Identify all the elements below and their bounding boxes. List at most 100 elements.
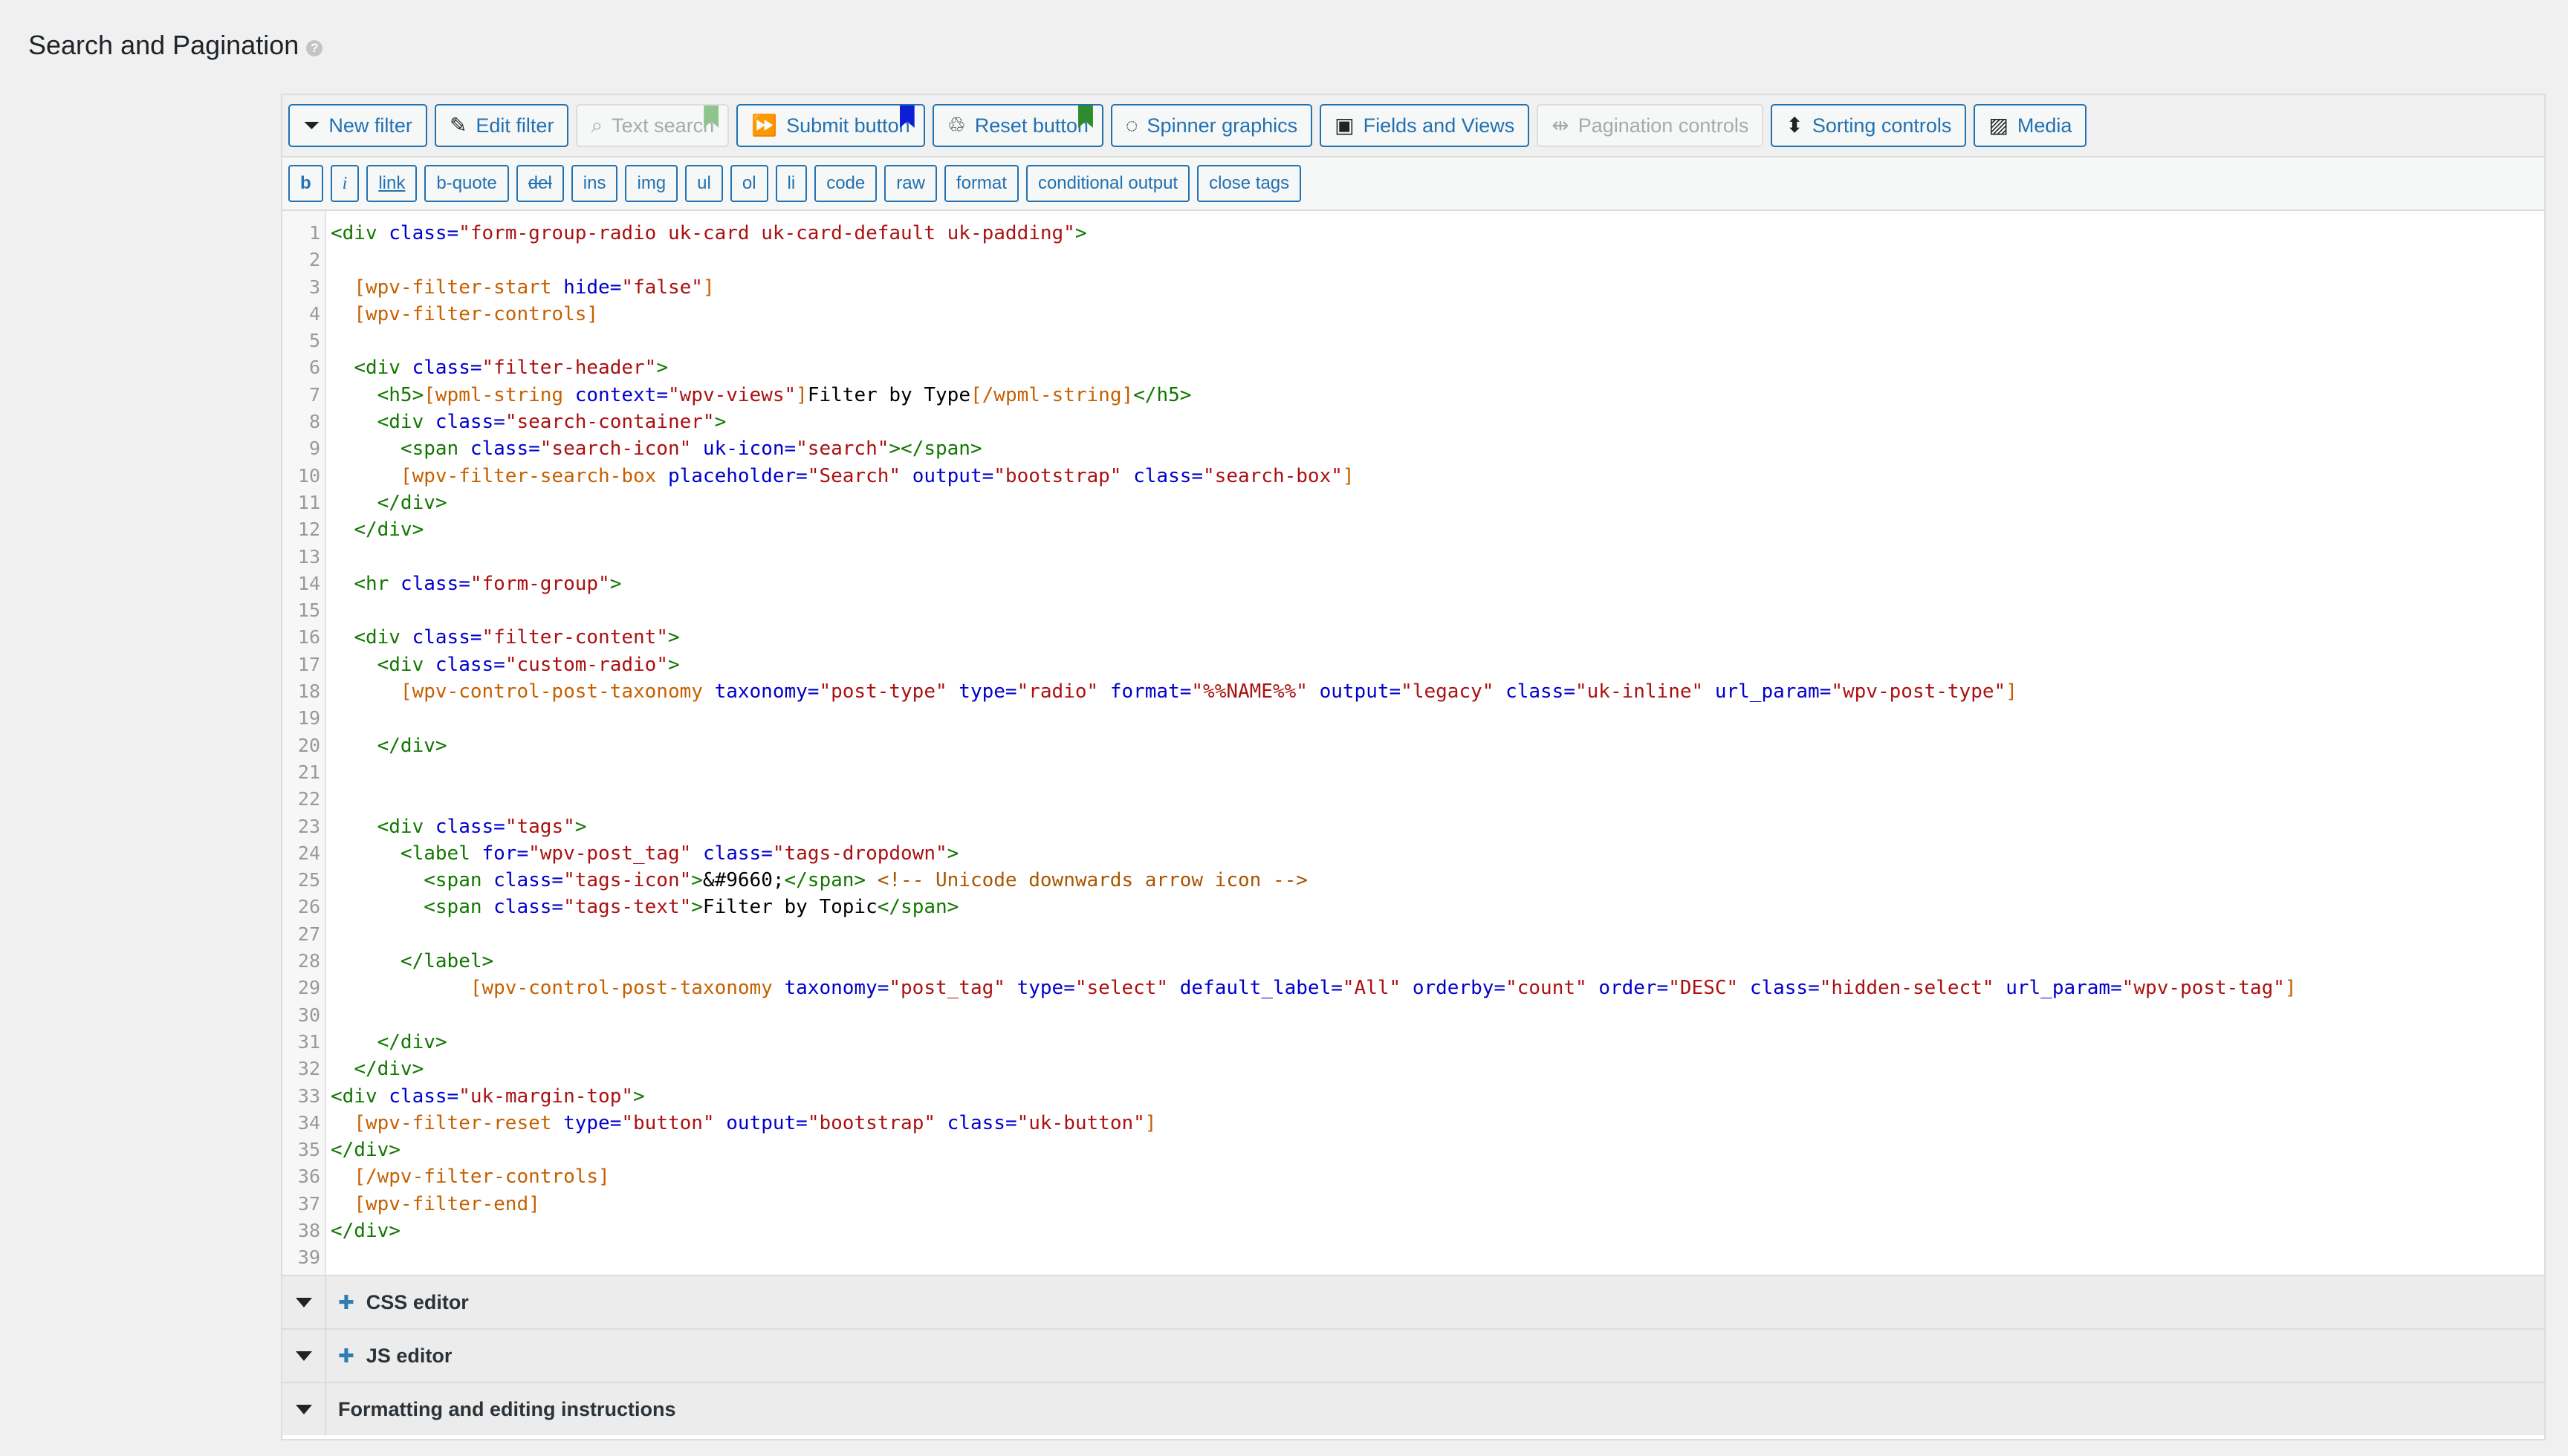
- code-token: "form-group": [470, 572, 610, 595]
- pagination-controls-button[interactable]: ⇹ Pagination controls: [1537, 104, 1764, 147]
- quicktag-i-button[interactable]: i: [330, 165, 360, 202]
- code-line: 27: [282, 921, 2544, 948]
- code-line: 15: [282, 597, 2544, 624]
- button-label: Fields and Views: [1363, 114, 1515, 137]
- code-token: </div>: [377, 491, 447, 514]
- button-label: Pagination controls: [1578, 114, 1749, 137]
- code-token: context=: [574, 383, 668, 406]
- code-token: "radio": [1016, 680, 1099, 703]
- line-content: </div>: [326, 1056, 424, 1082]
- css-editor-accordion[interactable]: ✚ CSS editor: [282, 1275, 2544, 1328]
- code-line: 20 </div>: [282, 732, 2544, 759]
- quicktag-ol-button[interactable]: ol: [730, 165, 768, 202]
- line-number: 3: [308, 276, 320, 298]
- line-content: <div class="search-container">: [326, 409, 727, 435]
- code-token: type=: [563, 1111, 622, 1134]
- code-line: 23 <div class="tags">: [282, 813, 2544, 840]
- quicktag-b-button[interactable]: b: [288, 165, 323, 202]
- code-token: <div: [331, 1085, 389, 1108]
- code-editor[interactable]: 1 <div class="form-group-radio uk-card uk…: [282, 211, 2544, 1275]
- line-content: <div class="filter-content">: [326, 624, 679, 651]
- accordion-title[interactable]: Formatting and editing instructions: [326, 1398, 676, 1421]
- js-editor-accordion[interactable]: ✚ JS editor: [282, 1328, 2544, 1382]
- quicktag-link-button[interactable]: link: [366, 165, 418, 202]
- line-content: <div class="tags">: [326, 813, 587, 840]
- accordion-title[interactable]: ✚ CSS editor: [326, 1291, 469, 1314]
- code-token: class=: [702, 842, 773, 865]
- code-token: [wpv-filter-end]: [354, 1192, 540, 1215]
- code-token: <label: [400, 842, 482, 865]
- code-line: 5: [282, 328, 2544, 354]
- pin-icon[interactable]: ✚: [338, 1345, 354, 1368]
- code-token: <span: [424, 896, 494, 919]
- spinner-icon: ◌: [1125, 114, 1138, 137]
- code-lines[interactable]: 1 <div class="form-group-radio uk-card uk…: [282, 220, 2544, 1272]
- code-token: "uk-inline": [1575, 680, 1704, 703]
- code-token: >: [714, 411, 727, 434]
- code-token: [wpv-filter-controls]: [354, 302, 599, 325]
- spinner-graphics-button[interactable]: ◌ Spinner graphics: [1110, 104, 1313, 147]
- code-token: [wpv-filter-search-box: [400, 464, 668, 487]
- quicktag-format-button[interactable]: format: [944, 165, 1019, 202]
- code-token: ]: [1342, 464, 1355, 487]
- formatting-and-editing-instructions-accordion[interactable]: Formatting and editing instructions: [282, 1382, 2544, 1435]
- toggle-arrow-button[interactable]: [282, 1276, 326, 1328]
- pin-icon[interactable]: ✚: [338, 1291, 354, 1314]
- quicktag-ins-button[interactable]: ins: [571, 165, 618, 202]
- code-token: class=: [389, 1085, 459, 1108]
- code-line: 3 [wpv-filter-start hide="false"]: [282, 274, 2544, 301]
- code-token: "bootstrap": [807, 1111, 936, 1134]
- code-line: 11 </div>: [282, 490, 2544, 516]
- code-token: taxonomy=: [714, 680, 820, 703]
- code-token: ]: [1144, 1111, 1157, 1134]
- text-search-button[interactable]: ⌕ Text search: [576, 104, 730, 147]
- quicktag-b-quote-button[interactable]: b-quote: [424, 165, 509, 202]
- quicktag-close-tags-button[interactable]: close tags: [1197, 165, 1302, 202]
- code-line: 37 [wpv-filter-end]: [282, 1191, 2544, 1218]
- code-token: </div>: [377, 1030, 447, 1053]
- code-token: class=: [435, 653, 505, 676]
- code-token: url_param=: [1714, 680, 1832, 703]
- quicktag-ul-button[interactable]: ul: [685, 165, 723, 202]
- edit-filter-button[interactable]: ✎ Edit filter: [434, 104, 569, 147]
- code-token: [wpv-filter-start: [354, 276, 564, 299]
- toggle-arrow-button[interactable]: [282, 1383, 326, 1435]
- code-token: "legacy": [1401, 680, 1494, 703]
- line-number: 11: [297, 491, 320, 513]
- code-token: </span>: [784, 869, 866, 892]
- accordion-title[interactable]: ✚ JS editor: [326, 1345, 452, 1368]
- quicktag-li-button[interactable]: li: [775, 165, 808, 202]
- code-token: >: [633, 1085, 645, 1108]
- code-token: "custom-radio": [505, 653, 668, 676]
- code-token: </label>: [400, 950, 494, 973]
- line-content: </div>: [326, 516, 424, 543]
- quicktag-del-button[interactable]: del: [516, 165, 564, 202]
- toggle-arrow-button[interactable]: [282, 1330, 326, 1382]
- quicktag-conditional-output-button[interactable]: conditional output: [1025, 165, 1190, 202]
- help-icon[interactable]: ?: [306, 40, 323, 56]
- line-number: 20: [297, 734, 320, 756]
- fields-and-views-button[interactable]: ▣ Fields and Views: [1320, 104, 1530, 147]
- sorting-controls-button[interactable]: ⬍ Sorting controls: [1771, 104, 1967, 147]
- code-token: "search-icon": [539, 438, 692, 461]
- code-token: "false": [621, 276, 703, 299]
- quicktag-img-button[interactable]: img: [625, 165, 678, 202]
- submit-button-button[interactable]: ⏩ Submit button: [736, 104, 925, 147]
- new-filter-button[interactable]: ⏷ New filter: [288, 104, 427, 147]
- quicktag-code-button[interactable]: code: [814, 165, 878, 202]
- media-button[interactable]: ▨ Media: [1974, 104, 2087, 147]
- quicktag-raw-button[interactable]: raw: [884, 165, 937, 202]
- code-token: orderby=: [1412, 977, 1506, 1000]
- code-line: 17 <div class="custom-radio">: [282, 651, 2544, 678]
- code-token: class=: [435, 815, 505, 838]
- reset-button-button[interactable]: ♲ Reset button: [932, 104, 1103, 147]
